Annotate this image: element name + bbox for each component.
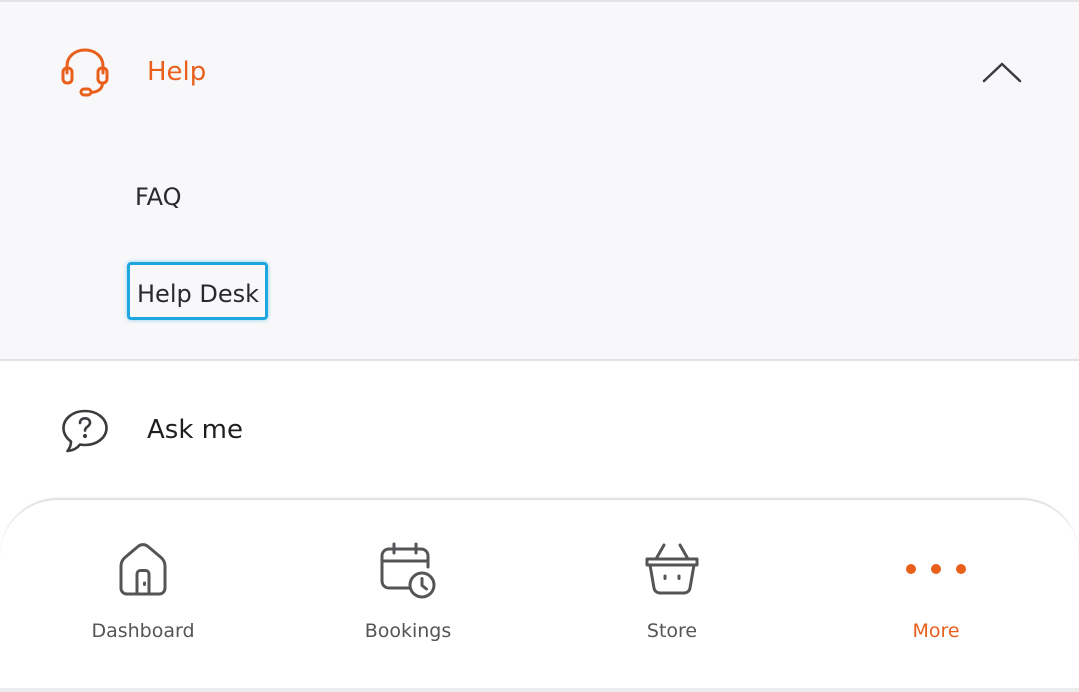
basket-icon (572, 540, 772, 598)
nav-dashboard[interactable]: Dashboard (43, 540, 243, 650)
help-section: Help FAQ Help Desk (0, 0, 1079, 361)
dot (931, 564, 941, 574)
nav-dashboard-label: Dashboard (91, 620, 195, 642)
nav-bookings-label: Bookings (364, 620, 452, 642)
more-dots-icon (836, 540, 1036, 598)
ask-me-title: Ask me (147, 415, 243, 445)
nav-bookings[interactable]: Bookings (308, 540, 508, 650)
help-desk-link[interactable]: Help Desk (127, 262, 268, 320)
help-title: Help (147, 57, 207, 87)
bottom-divider (0, 688, 1079, 692)
more-menu-screen: Help FAQ Help Desk Ask me Dashboard Book… (0, 0, 1079, 692)
chevron-up-icon[interactable] (980, 57, 1024, 87)
dot (956, 564, 966, 574)
question-bubble-icon (58, 407, 112, 455)
nav-store[interactable]: Store (572, 540, 772, 650)
ask-me-item[interactable]: Ask me (0, 362, 1079, 492)
nav-more[interactable]: More (836, 540, 1036, 650)
faq-link[interactable]: FAQ (135, 180, 182, 214)
nav-more-label: More (912, 620, 960, 642)
home-icon (43, 540, 243, 598)
bottom-navigation: Dashboard Bookings Store More (0, 498, 1079, 692)
calendar-clock-icon (308, 540, 508, 600)
help-accordion-header[interactable]: Help (0, 2, 1079, 142)
dot (906, 564, 916, 574)
headset-icon (58, 46, 112, 100)
nav-store-label: Store (646, 620, 698, 642)
